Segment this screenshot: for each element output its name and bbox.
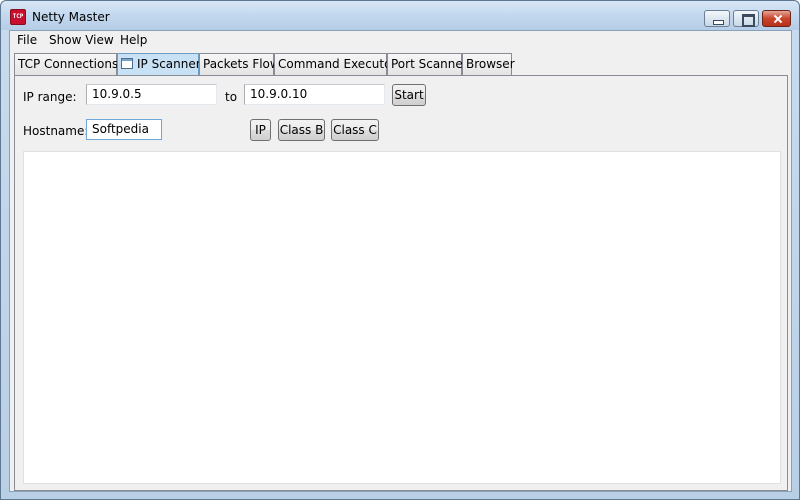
tab-command-executor[interactable]: Command Executor	[274, 53, 396, 75]
menu-show-view[interactable]: Show View	[48, 33, 115, 47]
minimize-button[interactable]	[704, 10, 730, 27]
window-icon	[121, 58, 133, 69]
ip-range-label: IP range:	[23, 90, 77, 104]
tab-port-scanner[interactable]: Port Scanner	[387, 53, 468, 75]
class-c-button[interactable]: Class C	[331, 119, 379, 141]
to-label: to	[225, 90, 238, 104]
app-icon[interactable]: TCP	[10, 9, 26, 25]
scan-results-area[interactable]	[23, 151, 781, 484]
tab-label: Browser	[466, 57, 515, 71]
tab-label: Command Executor	[278, 57, 397, 71]
tab-label: Packets Flow	[203, 57, 280, 71]
application-window: TCP Netty Master SOFTPEDIA www.softpedia…	[0, 0, 800, 500]
tab-label: IP Scanner	[137, 57, 201, 71]
tab-ip-scanner[interactable]: IP Scanner	[117, 53, 201, 76]
tab-bar: TCP Connections IP Scanner Packets Flow …	[14, 53, 791, 76]
ip-range-start-input[interactable]: 10.9.0.5	[86, 84, 217, 105]
tab-browser[interactable]: Browser	[462, 53, 515, 75]
hostname-label: Hostname:	[23, 124, 89, 138]
client-area: File Show View Help TCP Connections IP S…	[9, 30, 792, 492]
ip-button[interactable]: IP	[250, 119, 271, 141]
ip-range-end-input[interactable]: 10.9.0.10	[244, 84, 385, 105]
menu-bar: File Show View Help	[10, 31, 791, 51]
maximize-button[interactable]	[733, 10, 759, 27]
start-button[interactable]: Start	[392, 84, 426, 106]
tab-label: TCP Connections	[18, 57, 119, 71]
tab-packets-flow[interactable]: Packets Flow	[199, 53, 280, 75]
menu-file[interactable]: File	[16, 33, 38, 47]
class-b-button[interactable]: Class B	[278, 119, 325, 141]
tab-tcp-connections[interactable]: TCP Connections	[14, 53, 119, 75]
close-button[interactable]	[762, 10, 791, 27]
hostname-input[interactable]: Softpedia	[86, 119, 162, 140]
menu-help[interactable]: Help	[119, 33, 148, 47]
tab-label: Port Scanner	[391, 57, 468, 71]
title-bar[interactable]: TCP Netty Master SOFTPEDIA www.softpedia…	[1, 1, 799, 58]
window-title: Netty Master	[32, 10, 110, 24]
ip-scanner-panel: IP range: 10.9.0.5 to 10.9.0.10 Start Ho…	[14, 75, 788, 491]
